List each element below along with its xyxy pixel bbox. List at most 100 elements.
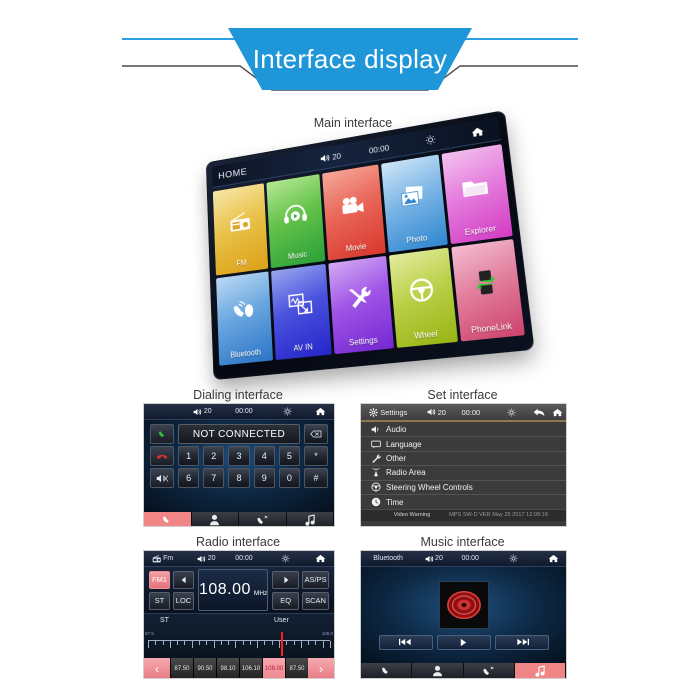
- key-5[interactable]: 5: [278, 446, 301, 466]
- tile-label: Settings: [348, 335, 378, 348]
- settings-volume[interactable]: 20: [427, 408, 446, 417]
- tab-call-log[interactable]: [239, 512, 287, 526]
- wheel-icon: [371, 482, 381, 492]
- radio-band-button[interactable]: FM1: [149, 570, 170, 589]
- next-track-icon[interactable]: [494, 634, 549, 650]
- settings-item-time[interactable]: Time: [361, 495, 566, 509]
- radio-volume[interactable]: 20: [197, 555, 215, 563]
- dialing-number-display[interactable]: NOT CONNECTED: [178, 424, 300, 444]
- home-icon[interactable]: [315, 407, 326, 416]
- settings-item-other[interactable]: Other: [361, 452, 566, 467]
- brightness-icon[interactable]: [283, 407, 292, 416]
- radio-st-button[interactable]: ST: [149, 591, 170, 610]
- tile-bluetooth[interactable]: Bluetooth: [216, 270, 274, 366]
- tile-phonelink[interactable]: PhoneLink: [451, 238, 525, 342]
- brightness-icon[interactable]: [509, 554, 518, 563]
- tile-label: FM: [236, 257, 247, 268]
- music-volume[interactable]: 20: [425, 555, 443, 563]
- key-hash[interactable]: #: [304, 468, 329, 488]
- radio-eq-button[interactable]: EQ: [272, 591, 300, 610]
- radio-asps-button[interactable]: AS/PS: [302, 570, 329, 589]
- settings-clock: 00:00: [461, 407, 481, 417]
- key-2[interactable]: 2: [203, 446, 225, 466]
- preset-5[interactable]: 108.00: [262, 658, 285, 678]
- next-arrow-icon[interactable]: [272, 570, 300, 589]
- key-7[interactable]: 7: [203, 468, 225, 488]
- key-0[interactable]: 0: [278, 468, 301, 488]
- tab-dialpad[interactable]: [361, 663, 413, 678]
- key-3[interactable]: 3: [228, 446, 250, 466]
- volume-icon: [425, 555, 433, 562]
- speaker-icon: [371, 426, 379, 434]
- settings-item-audio[interactable]: Audio: [361, 423, 566, 438]
- preset-1[interactable]: 87.50: [170, 658, 193, 678]
- radio-frequency-unit: MHz: [253, 589, 268, 597]
- dialing-volume[interactable]: 20: [193, 408, 212, 416]
- dialing-volume-value: 20: [203, 408, 212, 415]
- tile-explorer[interactable]: Explorer: [441, 144, 513, 244]
- radio-loc-button[interactable]: LOC: [173, 591, 194, 610]
- music-player-panel: [361, 567, 566, 663]
- key-8[interactable]: 8: [228, 468, 250, 488]
- main-volume[interactable]: 20: [320, 150, 341, 163]
- main-clock: 00:00: [368, 142, 390, 155]
- preset-prev-button[interactable]: ‹: [144, 658, 170, 678]
- brightness-icon[interactable]: [281, 554, 290, 563]
- key-4[interactable]: 4: [253, 446, 275, 466]
- steering-icon: [389, 247, 457, 333]
- settings-volume-value: 20: [437, 407, 446, 417]
- tile-av-in[interactable]: AV IN: [271, 263, 333, 361]
- key-1[interactable]: 1: [178, 446, 200, 466]
- home-icon[interactable]: [552, 408, 563, 417]
- dialpad-phone-icon: [382, 667, 388, 674]
- preset-next-button[interactable]: ›: [308, 658, 334, 678]
- settings-item-steering-wheel-controls[interactable]: Steering Wheel Controls: [361, 481, 566, 495]
- tile-fm[interactable]: FM: [212, 183, 269, 276]
- preset-3[interactable]: 98.10: [216, 658, 239, 678]
- page-header: Interface display: [0, 0, 700, 98]
- tile-settings[interactable]: Settings: [328, 255, 394, 355]
- tile-wheel[interactable]: Wheel: [388, 247, 458, 348]
- key-9[interactable]: 9: [253, 468, 275, 488]
- tab-dialpad[interactable]: [144, 512, 192, 526]
- backspace-icon[interactable]: [304, 424, 328, 444]
- radio-tuning-cursor[interactable]: [280, 632, 283, 656]
- prev-arrow-icon[interactable]: [173, 570, 194, 589]
- radio-scan-button[interactable]: SCAN: [302, 591, 329, 610]
- tab-call-log[interactable]: [464, 663, 515, 678]
- preset-4[interactable]: 106.10: [239, 658, 262, 678]
- key-star[interactable]: *: [304, 446, 329, 466]
- video-warning-label: Video Warning: [393, 512, 431, 519]
- key-6[interactable]: 6: [178, 468, 200, 488]
- device-screen: HOME 20 00:00 FM Music Movie Photo Explo…: [206, 111, 534, 380]
- settings-item-radio-area[interactable]: Radio Area: [361, 466, 566, 481]
- brightness-icon[interactable]: [425, 134, 437, 146]
- home-icon[interactable]: [315, 554, 326, 563]
- call-icon[interactable]: [150, 424, 174, 444]
- mute-icon[interactable]: [150, 468, 174, 488]
- settings-item-language[interactable]: Language: [361, 437, 566, 452]
- play-icon[interactable]: [436, 634, 491, 650]
- tab-contacts[interactable]: [412, 663, 464, 678]
- hangup-icon[interactable]: [150, 446, 174, 466]
- radio-frequency-scale[interactable]: ST User 87.5 108.0: [144, 613, 334, 658]
- music-volume-value: 20: [435, 555, 443, 562]
- back-arrow-icon[interactable]: [533, 408, 545, 417]
- preset-6[interactable]: 87.50: [285, 658, 308, 678]
- tab-contacts[interactable]: [192, 512, 239, 526]
- tab-music[interactable]: [287, 512, 334, 526]
- home-icon[interactable]: [548, 554, 559, 563]
- tile-photo[interactable]: Photo: [380, 154, 448, 253]
- previous-track-icon[interactable]: [378, 634, 433, 650]
- brightness-icon[interactable]: [507, 408, 516, 417]
- dialing-interface: 20 00:00 NOT CONNECTED 1 2 3 4 5 * 6 7 8…: [143, 403, 335, 527]
- settings-item-label: Steering Wheel Controls: [386, 482, 473, 492]
- tile-music[interactable]: Music: [266, 173, 326, 268]
- tile-movie[interactable]: Movie: [322, 164, 386, 261]
- home-icon[interactable]: [471, 125, 485, 138]
- preset-2[interactable]: 90.50: [193, 658, 216, 678]
- phonelink-icon: [451, 239, 523, 327]
- clock-icon: [371, 497, 381, 507]
- tile-label: Photo: [405, 232, 428, 245]
- tab-music[interactable]: [514, 663, 566, 678]
